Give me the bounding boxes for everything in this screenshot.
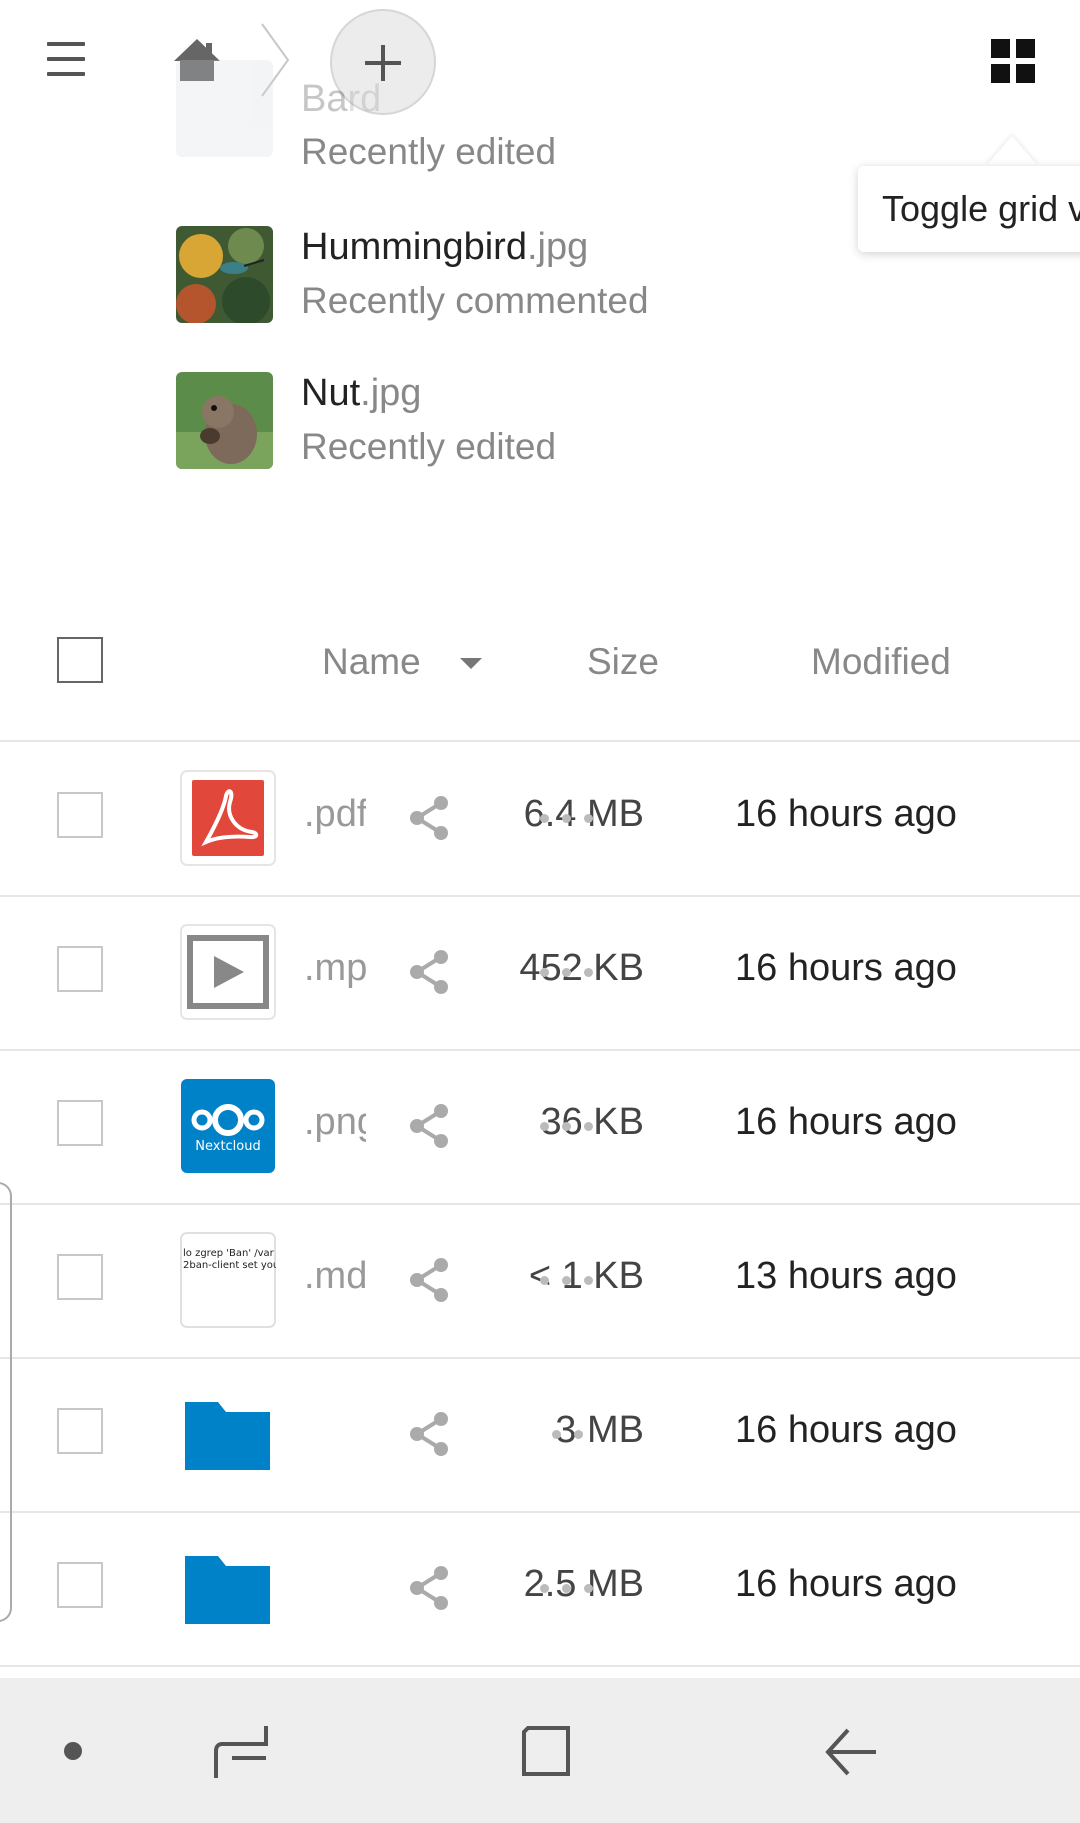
nav-dot-icon[interactable] [64, 1742, 82, 1760]
size-column-header[interactable]: Size [587, 641, 659, 683]
files-app: Bard Recently edited Hummingbird.jpg Rec… [0, 0, 1080, 1823]
recent-item[interactable]: Nut.jpg Recently edited [176, 372, 876, 472]
row-checkbox[interactable] [57, 1408, 103, 1454]
row-checkbox[interactable] [57, 946, 103, 992]
file-modified: 16 hours ago [735, 793, 957, 835]
table-row[interactable]: .mp4 452 KB 16 hours ago [0, 895, 1080, 1051]
row-checkbox[interactable] [57, 1562, 103, 1608]
recent-item-subtitle: Recently edited [301, 131, 557, 172]
recent-file-name: Nut [301, 372, 361, 414]
folder-icon [185, 1402, 270, 1470]
table-row[interactable]: lo zgrep 'Ban' /var 2ban-client set you … [0, 1203, 1080, 1359]
video-icon [180, 924, 276, 1020]
table-row[interactable]: Nextcloud .png 36 KB 16 hours ago [0, 1049, 1080, 1205]
modified-column-header[interactable]: Modified [811, 641, 951, 683]
recent-item-subtitle: Recently edited [301, 426, 557, 467]
tooltip-arrow [986, 136, 1038, 166]
recent-file-ext: rd [347, 78, 382, 120]
more-actions-icon[interactable] [540, 968, 600, 978]
more-actions-icon[interactable] [540, 814, 600, 824]
more-actions-icon[interactable] [540, 1122, 600, 1132]
table-row[interactable]: 2.5 MB 16 hours ago [0, 1511, 1080, 1667]
home-button-icon[interactable] [520, 1724, 572, 1778]
text-file-icon: lo zgrep 'Ban' /var 2ban-client set you [180, 1232, 276, 1328]
recent-item[interactable]: Hummingbird.jpg Recently commented [176, 226, 876, 326]
hummingbird-thumbnail [176, 226, 273, 323]
file-extension: .mp4 [304, 947, 366, 989]
sort-descending-icon[interactable] [460, 658, 482, 669]
name-column-header[interactable]: Name [322, 641, 421, 683]
recent-file-ext: .jpg [526, 226, 589, 268]
file-modified: 16 hours ago [735, 1101, 957, 1143]
squirrel-thumbnail [176, 372, 273, 469]
recent-file-ext: .jpg [360, 372, 422, 414]
recent-file-name: Hummingbird [301, 226, 527, 268]
recent-item-subtitle: Recently commented [301, 280, 649, 321]
file-modified: 16 hours ago [735, 1563, 957, 1605]
row-checkbox[interactable] [57, 792, 103, 838]
folder-icon [185, 1556, 270, 1624]
recent-apps-icon[interactable] [212, 1722, 270, 1782]
file-modified: 13 hours ago [735, 1255, 957, 1297]
share-icon[interactable] [404, 947, 454, 997]
row-checkbox[interactable] [57, 1254, 103, 1300]
text-preview-line: lo zgrep 'Ban' /var [183, 1248, 275, 1259]
file-extension: .png [304, 1101, 366, 1143]
table-row[interactable]: .pdf 6.4 MB 16 hours ago [0, 741, 1080, 897]
pdf-icon [180, 770, 276, 866]
select-all-checkbox[interactable] [57, 637, 103, 683]
share-icon[interactable] [404, 1409, 454, 1459]
edge-panel-handle[interactable] [0, 1182, 12, 1622]
file-table-header: Name Size Modified [0, 620, 1080, 742]
file-modified: 16 hours ago [735, 947, 957, 989]
share-icon[interactable] [404, 1563, 454, 1613]
table-row[interactable]: 3 MB 16 hours ago [0, 1357, 1080, 1513]
recent-thumbnail [176, 60, 273, 157]
text-preview-line: 2ban-client set you [183, 1260, 276, 1271]
nextcloud-logo-icon: Nextcloud [181, 1079, 275, 1173]
file-modified: 16 hours ago [735, 1409, 957, 1451]
recent-file-name: Ba [301, 78, 348, 120]
more-actions-icon[interactable] [540, 1584, 600, 1594]
file-extension: .md [304, 1255, 366, 1297]
more-actions-icon[interactable] [540, 1430, 600, 1440]
share-icon[interactable] [404, 1255, 454, 1305]
share-icon[interactable] [404, 1101, 454, 1151]
grid-toggle-tooltip: Toggle grid v [858, 166, 1080, 252]
system-navigation-bar [0, 1678, 1080, 1823]
nextcloud-wordmark: Nextcloud [195, 1139, 261, 1154]
row-checkbox[interactable] [57, 1100, 103, 1146]
back-icon[interactable] [822, 1724, 878, 1780]
grid-view-toggle-icon[interactable] [991, 39, 1035, 83]
file-extension: .pdf [304, 793, 366, 835]
menu-icon[interactable] [47, 42, 85, 76]
share-icon[interactable] [404, 793, 454, 843]
more-actions-icon[interactable] [540, 1276, 600, 1286]
